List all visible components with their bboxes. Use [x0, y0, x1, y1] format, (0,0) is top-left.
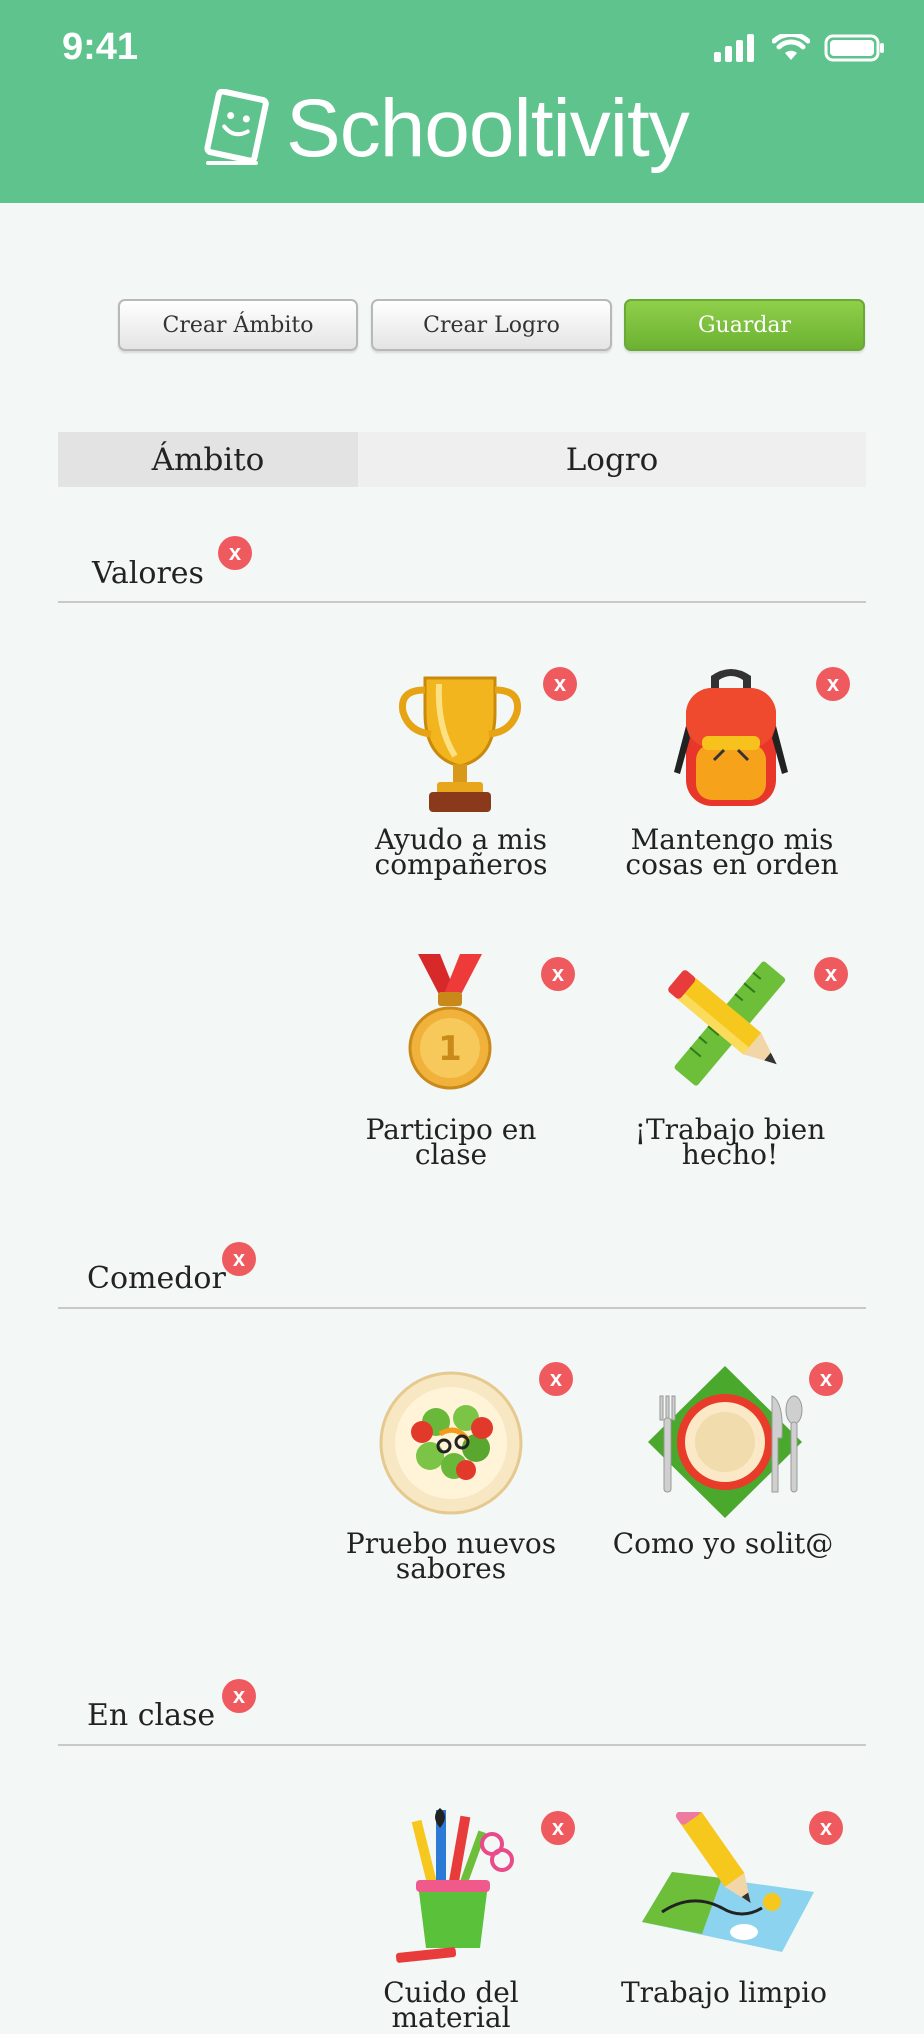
backpack-icon [664, 666, 798, 820]
pencil-map-icon [632, 1802, 818, 1966]
delete-section-button[interactable]: x [222, 1679, 256, 1713]
delete-achievement-button[interactable]: x [809, 1362, 843, 1396]
tablet-smile-icon [204, 89, 269, 165]
achievement-label: Participo en clase [331, 1116, 571, 1169]
tab-bar: Ámbito Logro [58, 432, 866, 487]
medal-icon: 1 [400, 952, 500, 1104]
achievement-label: Ayudo a mis compañeros [341, 826, 581, 881]
section-title-valores: Valores [92, 556, 204, 591]
delete-section-button[interactable]: x [218, 536, 252, 570]
achievement-label: Como yo solit@ [603, 1527, 843, 1560]
achievement-label-line: Cuido del material [383, 1976, 519, 2034]
achievement-label-line: compañeros [374, 848, 548, 881]
achievement-label: Mantengo mis cosas en orden [612, 826, 852, 881]
delete-achievement-button[interactable]: x [541, 1811, 575, 1845]
achievement-label: Pruebo nuevos sabores [331, 1530, 571, 1583]
achievement-label: Trabajo limpio [604, 1976, 844, 2009]
section-divider [58, 1744, 866, 1746]
wifi-icon [772, 34, 810, 60]
tab-scope[interactable]: Ámbito [58, 432, 358, 487]
section-title-comedor: Comedor [87, 1261, 226, 1296]
section-divider [58, 601, 866, 603]
salad-icon [378, 1370, 524, 1520]
trophy-icon [395, 668, 525, 822]
plate-cutlery-icon [640, 1362, 810, 1526]
achievement-label-line: cosas en orden [625, 848, 839, 881]
delete-achievement-button[interactable]: x [541, 957, 575, 991]
pencil-ruler-icon [660, 960, 800, 1094]
delete-achievement-button[interactable]: x [814, 957, 848, 991]
battery-icon [824, 34, 884, 62]
save-button[interactable]: Guardar [624, 299, 865, 351]
delete-achievement-button[interactable]: x [816, 667, 850, 701]
app-header: 9:41 Schooltivity [0, 0, 924, 203]
section-divider [58, 1307, 866, 1309]
app-name: Schooltivity [286, 83, 690, 174]
create-achievement-button[interactable]: Crear Logro [371, 299, 612, 351]
section-title-en-clase: En clase [87, 1698, 216, 1733]
delete-section-button[interactable]: x [222, 1242, 256, 1276]
achievement-label: ¡Trabajo bien hecho! [610, 1116, 850, 1169]
achievement-label: Cuido del material [331, 1976, 571, 2034]
signal-icon [714, 34, 754, 62]
delete-achievement-button[interactable]: x [539, 1362, 573, 1396]
app-logo: Schooltivity [200, 83, 690, 174]
achievement-label-line: Trabajo limpio [620, 1976, 827, 2009]
delete-achievement-button[interactable]: x [809, 1811, 843, 1845]
art-supplies-icon [392, 1808, 518, 1972]
svg-text:1: 1 [438, 1029, 462, 1069]
status-time: 9:41 [62, 26, 139, 68]
achievement-label-line: Como yo solit@ [612, 1527, 834, 1560]
create-scope-button[interactable]: Crear Ámbito [118, 299, 358, 351]
delete-achievement-button[interactable]: x [543, 667, 577, 701]
status-icons [714, 34, 886, 62]
tab-achievement[interactable]: Logro [358, 432, 866, 487]
